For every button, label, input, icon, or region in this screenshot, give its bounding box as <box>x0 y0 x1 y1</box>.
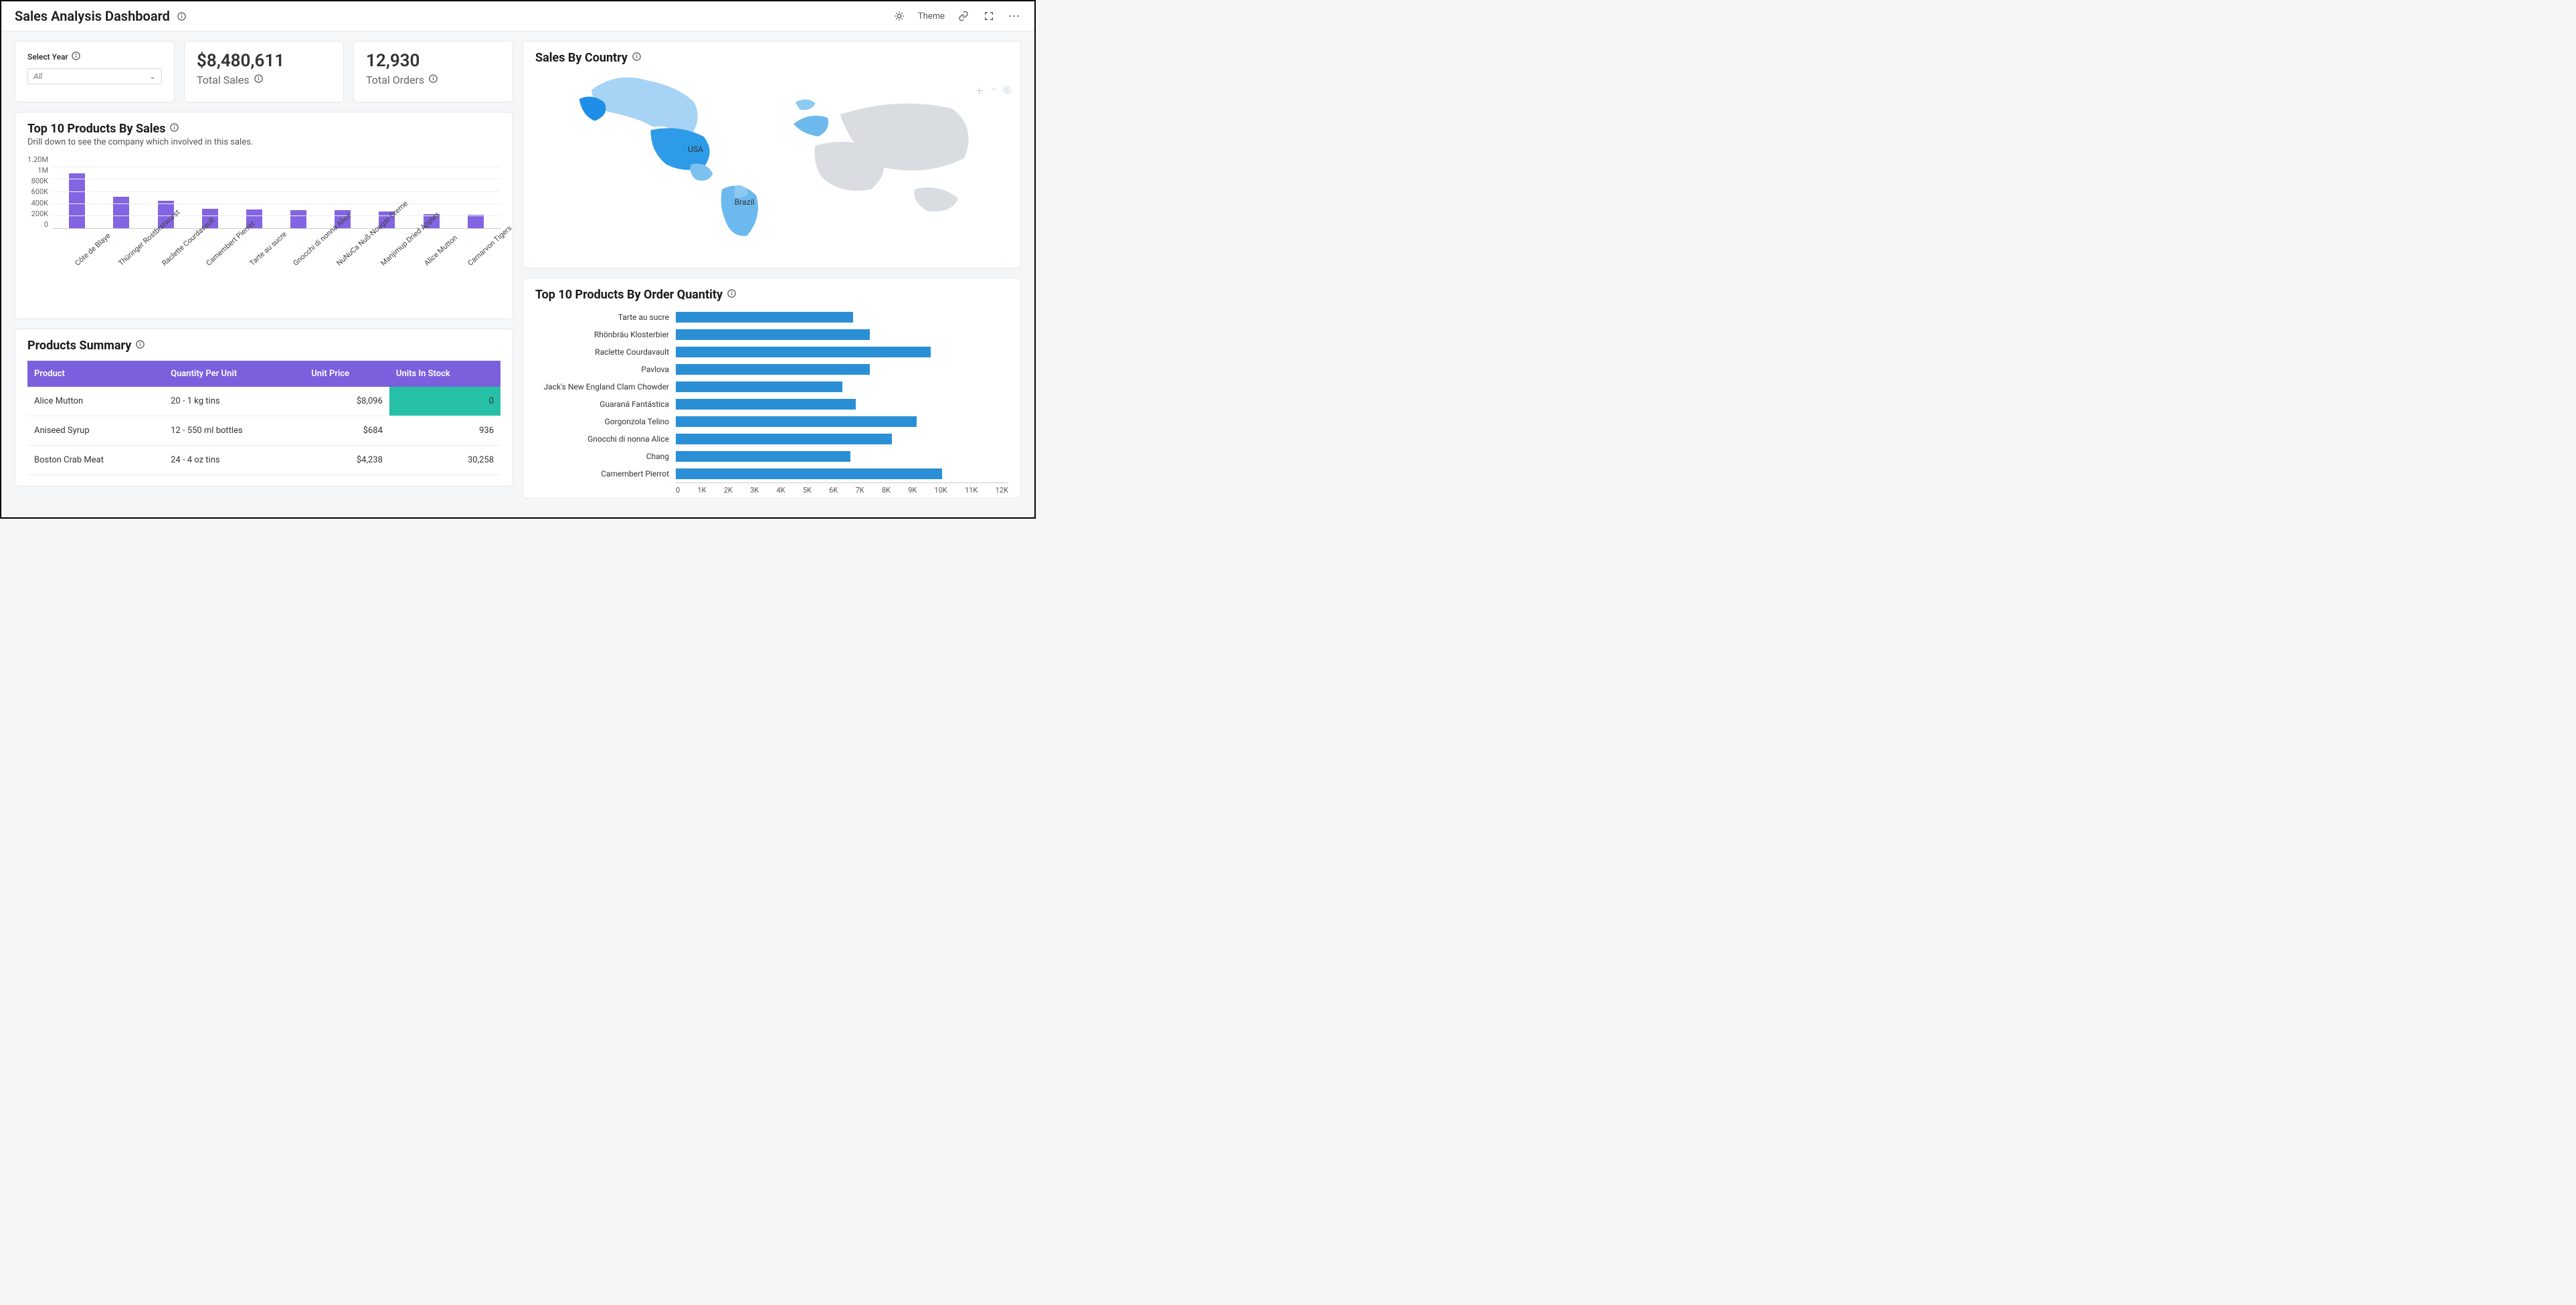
page-header: Sales Analysis Dashboard Theme ⋯ <box>1 1 1034 31</box>
more-icon[interactable]: ⋯ <box>1008 9 1021 23</box>
info-icon[interactable] <box>169 122 179 136</box>
products-summary-card: Products Summary ProductQuantity Per Uni… <box>15 329 513 487</box>
world-map[interactable]: USA Brazil <box>535 65 1008 239</box>
year-filter-card: Select Year All⌄ <box>15 41 175 102</box>
page-title: Sales Analysis Dashboard <box>15 8 170 24</box>
hbar-area[interactable]: Tarte au sucreRhönbräu KlosterbierRaclet… <box>535 309 1008 483</box>
bar[interactable] <box>69 173 85 228</box>
map-label-usa: USA <box>688 145 703 154</box>
sales-by-country-card: Sales By Country ＋ − ◎ <box>523 41 1021 268</box>
hbar-row[interactable]: Pavlova <box>535 361 1008 378</box>
hbar-row[interactable]: Jack's New England Clam Chowder <box>535 378 1008 396</box>
map-title: Sales By Country <box>535 51 628 65</box>
total-orders-card: 12,930 Total Orders <box>353 41 513 102</box>
chevron-down-icon: ⌄ <box>149 72 156 81</box>
bar[interactable] <box>468 215 484 228</box>
map-label-brazil: Brazil <box>735 197 755 207</box>
top-products-qty-card: Top 10 Products By Order Quantity Tarte … <box>523 278 1021 499</box>
total-orders-value: 12,930 <box>366 51 500 71</box>
top-products-sales-card: Top 10 Products By Sales Drill down to s… <box>15 112 513 319</box>
col-header[interactable]: Unit Price <box>304 361 389 387</box>
bar[interactable] <box>290 210 306 228</box>
hbar-row[interactable]: Raclette Courdavault <box>535 343 1008 361</box>
hbar-row[interactable]: Gorgonzola Telino <box>535 413 1008 430</box>
col-header[interactable]: Units In Stock <box>389 361 500 387</box>
hbar-row[interactable]: Guaraná Fantástica <box>535 396 1008 413</box>
hbar-row[interactable]: Camembert Pierrot <box>535 465 1008 483</box>
info-icon[interactable] <box>632 51 642 65</box>
bar[interactable] <box>113 197 129 228</box>
info-icon[interactable] <box>727 288 737 302</box>
map-zoom-out-icon[interactable]: − <box>991 84 996 98</box>
y-axis: 1.20M1M800K600K400K200K0 <box>27 155 52 229</box>
total-sales-value: $8,480,611 <box>197 51 331 71</box>
x-axis: Côte de BlayeThüringer RostbratwurstRacl… <box>58 229 500 243</box>
info-icon[interactable] <box>428 74 438 86</box>
chart-subtitle: Drill down to see the company which invo… <box>27 137 500 147</box>
info-icon[interactable] <box>71 51 81 63</box>
theme-label[interactable]: Theme <box>918 11 945 21</box>
year-select[interactable]: All⌄ <box>27 68 162 84</box>
filter-label: Select Year <box>27 51 162 63</box>
x-axis: 01K2K3K4K5K6K7K8K9K10K11K12K <box>676 483 1008 495</box>
theme-icon[interactable] <box>893 9 906 23</box>
fullscreen-icon[interactable] <box>982 9 996 23</box>
info-icon[interactable] <box>135 339 145 353</box>
table-row[interactable]: Boston Crab Meat24 - 4 oz tins$4,23830,2… <box>27 446 500 475</box>
total-sales-label: Total Sales <box>197 74 250 86</box>
map-reset-icon[interactable]: ◎ <box>1003 84 1011 98</box>
chart-title: Top 10 Products By Sales <box>27 122 165 136</box>
hbar-row[interactable]: Tarte au sucre <box>535 309 1008 326</box>
info-icon[interactable] <box>254 74 264 86</box>
chart-title: Top 10 Products By Order Quantity <box>535 288 723 302</box>
col-header[interactable]: Product <box>27 361 164 387</box>
hbar-row[interactable]: Chang <box>535 448 1008 465</box>
hbar-row[interactable]: Rhönbräu Klosterbier <box>535 326 1008 343</box>
link-icon[interactable] <box>957 9 970 23</box>
total-orders-label: Total Orders <box>366 74 424 86</box>
hbar-row[interactable]: Gnocchi di nonna Alice <box>535 430 1008 448</box>
products-table[interactable]: ProductQuantity Per UnitUnit PriceUnits … <box>27 361 500 475</box>
table-title: Products Summary <box>27 339 131 353</box>
table-row[interactable]: Aniseed Syrup12 - 550 ml bottles$684936 <box>27 416 500 446</box>
info-icon[interactable] <box>175 9 189 23</box>
total-sales-card: $8,480,611 Total Sales <box>184 41 344 102</box>
table-row[interactable]: Alice Mutton20 - 1 kg tins$8,0960 <box>27 387 500 416</box>
col-header[interactable]: Quantity Per Unit <box>164 361 304 387</box>
map-zoom-in-icon[interactable]: ＋ <box>975 84 984 98</box>
